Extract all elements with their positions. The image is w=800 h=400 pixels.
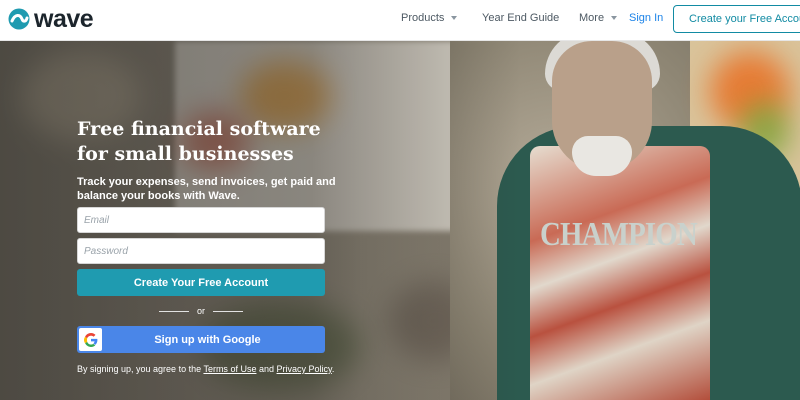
headline-line2: for small businesses [77, 143, 294, 165]
nav-year-end-guide-label: Year End Guide [482, 12, 560, 24]
legal-and: and [258, 364, 274, 374]
privacy-policy-link[interactable]: Privacy Policy [277, 364, 332, 374]
nav-more-label: More [579, 12, 605, 24]
legal-prefix: By signing up, you agree to the [77, 364, 202, 374]
divider-line [158, 310, 189, 312]
person-beard [572, 136, 632, 176]
sign-in-link[interactable]: Sign In [629, 12, 663, 24]
person-apron [530, 146, 710, 400]
email-field[interactable] [77, 207, 325, 233]
terms-of-use-link[interactable]: Terms of Use [203, 364, 256, 374]
create-account-label: Create Your Free Account [133, 276, 269, 289]
or-text: or [196, 306, 205, 316]
nav-products-label: Products [401, 12, 445, 24]
caret-down-icon [611, 16, 618, 20]
create-account-nav-label: Create your Free Account [689, 13, 800, 25]
legal-text: By signing up, you agree to the Terms of… [77, 364, 377, 374]
google-signup-button[interactable]: Sign up with Google [77, 326, 325, 353]
nav-more[interactable]: More [579, 12, 618, 24]
google-g-icon [79, 328, 102, 351]
hero-subtext: Track your expenses, send invoices, get … [77, 176, 336, 202]
caret-down-icon [451, 16, 458, 20]
google-signup-label: Sign up with Google [154, 333, 261, 346]
nav-products[interactable]: Products [401, 12, 458, 24]
divider-line [213, 310, 243, 312]
password-field[interactable] [77, 238, 325, 264]
brand-name: wave [34, 4, 94, 33]
hero-headline: Free financial software for small busine… [77, 117, 377, 167]
create-account-nav-button[interactable]: Create your Free Account [673, 5, 800, 33]
shirt-text: CHAMPION [540, 216, 698, 253]
or-divider: or [77, 304, 325, 318]
top-nav: wave Products Year End Guide More Sign I… [0, 0, 800, 41]
legal-period: . [331, 364, 335, 374]
create-account-button[interactable]: Create Your Free Account [77, 269, 325, 296]
nav-year-end-guide[interactable]: Year End Guide [482, 12, 559, 24]
wave-logo-icon [8, 8, 30, 30]
headline-line1: Free financial software [77, 118, 321, 140]
sign-in-label: Sign In [629, 12, 664, 24]
wave-logo[interactable]: wave [8, 4, 94, 33]
